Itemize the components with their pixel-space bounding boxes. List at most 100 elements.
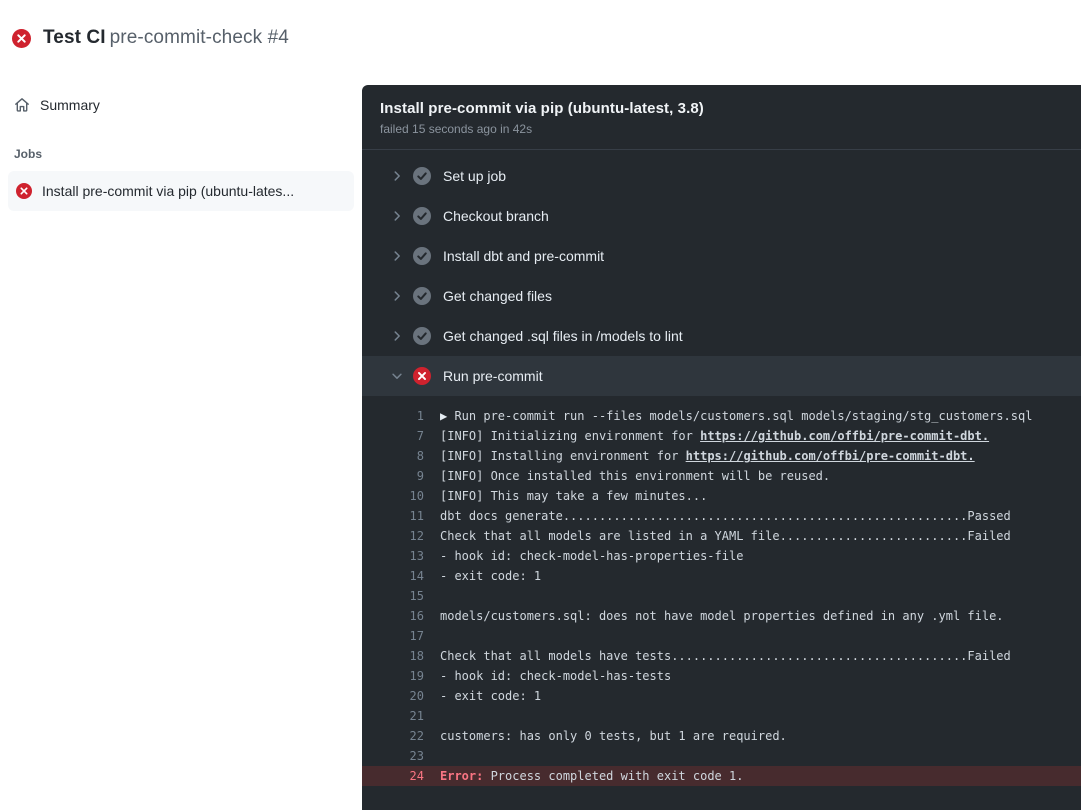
log-output: 1 ▶ Run pre-commit run --files models/cus…: [362, 396, 1081, 798]
log-line-number[interactable]: 11: [362, 506, 424, 526]
step-row-4[interactable]: Get changed .sql files in /models to lin…: [362, 316, 1081, 356]
log-line-text: [INFO] Once installed this environment w…: [440, 466, 830, 486]
run-failed-icon: [12, 29, 31, 48]
chevron-down-icon: [390, 369, 404, 383]
step-success-icon: [413, 287, 431, 305]
log-line: 7 [INFO] Initializing environment for htt…: [362, 426, 1081, 446]
log-line-number[interactable]: 1: [362, 406, 424, 426]
sidebar-item-job-install-pre-commit[interactable]: Install pre-commit via pip (ubuntu-lates…: [8, 171, 354, 211]
log-line-number[interactable]: 15: [362, 586, 424, 606]
chevron-right-icon: [390, 169, 404, 183]
chevron-right-icon: [390, 329, 404, 343]
log-line-number[interactable]: 13: [362, 546, 424, 566]
steps-list: Set up job Checkout branch Install dbt and…: [362, 150, 1081, 396]
step-success-icon: [413, 167, 431, 185]
log-line-text: dbt docs generate.......................…: [440, 506, 1011, 526]
log-line-text: - hook id: check-model-has-tests: [440, 666, 671, 686]
job-panel-title: Install pre-commit via pip (ubuntu-lates…: [380, 100, 1063, 117]
chevron-right-icon: [390, 289, 404, 303]
job-log-panel: Install pre-commit via pip (ubuntu-lates…: [362, 85, 1081, 810]
log-group-arrow-icon: ▶: [440, 409, 454, 423]
log-line: 16 models/customers.sql: does not have mo…: [362, 606, 1081, 626]
summary-label: Summary: [40, 97, 100, 113]
log-line: 18 Check that all models have tests......…: [362, 646, 1081, 666]
log-line-number[interactable]: 22: [362, 726, 424, 746]
log-link[interactable]: https://github.com/offbi/pre-commit-dbt.: [686, 449, 975, 463]
log-line-number[interactable]: 16: [362, 606, 424, 626]
log-line-text: [INFO] Installing environment for https:…: [440, 446, 975, 466]
sidebar: Summary Jobs Install pre-commit via pip …: [0, 85, 362, 211]
run-title: pre-commit-check #4: [110, 27, 289, 48]
step-label: Get changed .sql files in /models to lin…: [443, 328, 683, 344]
log-line: 12 Check that all models are listed in a …: [362, 526, 1081, 546]
log-line-number[interactable]: 10: [362, 486, 424, 506]
log-line-number[interactable]: 19: [362, 666, 424, 686]
step-row-3[interactable]: Get changed files: [362, 276, 1081, 316]
step-label: Checkout branch: [443, 208, 549, 224]
job-panel-header: Install pre-commit via pip (ubuntu-lates…: [362, 85, 1081, 150]
log-line-number[interactable]: 17: [362, 626, 424, 646]
log-link[interactable]: https://github.com/offbi/pre-commit-dbt.: [700, 429, 989, 443]
log-line-text: ▶ Run pre-commit run --files models/cust…: [440, 406, 1032, 426]
log-line: 24 Error: Process completed with exit cod…: [362, 766, 1081, 786]
log-line-number[interactable]: 7: [362, 426, 424, 446]
log-line-text: Check that all models have tests........…: [440, 646, 1011, 666]
log-line-text: Error: Process completed with exit code …: [440, 766, 743, 786]
log-line: 23: [362, 746, 1081, 766]
log-line-text: - exit code: 1: [440, 686, 541, 706]
log-line-number[interactable]: 9: [362, 466, 424, 486]
step-success-icon: [413, 327, 431, 345]
home-icon: [14, 97, 30, 113]
log-line: 8 [INFO] Installing environment for https…: [362, 446, 1081, 466]
step-row-1[interactable]: Checkout branch: [362, 196, 1081, 236]
log-line-number[interactable]: 12: [362, 526, 424, 546]
step-label: Get changed files: [443, 288, 552, 304]
log-line: 11 dbt docs generate.....................…: [362, 506, 1081, 526]
log-line-text: customers: has only 0 tests, but 1 are r…: [440, 726, 787, 746]
log-line: 20 - exit code: 1: [362, 686, 1081, 706]
step-success-icon: [413, 207, 431, 225]
log-line: 19 - hook id: check-model-has-tests: [362, 666, 1081, 686]
jobs-section-label: Jobs: [14, 147, 348, 161]
log-line: 1 ▶ Run pre-commit run --files models/cus…: [362, 406, 1081, 426]
page-title: Test CIpre-commit-check #4: [43, 27, 289, 49]
step-failed-icon: [413, 367, 431, 385]
workflow-name: Test CI: [43, 27, 106, 48]
step-label: Set up job: [443, 168, 506, 184]
log-line-number[interactable]: 24: [362, 766, 424, 786]
log-line: 17: [362, 626, 1081, 646]
log-line: 21: [362, 706, 1081, 726]
log-line-number[interactable]: 8: [362, 446, 424, 466]
log-line-text: Check that all models are listed in a YA…: [440, 526, 1011, 546]
step-row-5[interactable]: Run pre-commit: [362, 356, 1081, 396]
log-line-number[interactable]: 21: [362, 706, 424, 726]
log-line-text: - exit code: 1: [440, 566, 541, 586]
log-line-text: [INFO] Initializing environment for http…: [440, 426, 989, 446]
log-line: 10 [INFO] This may take a few minutes...: [362, 486, 1081, 506]
step-label: Install dbt and pre-commit: [443, 248, 604, 264]
log-line-text: - hook id: check-model-has-properties-fi…: [440, 546, 743, 566]
log-line-text: models/customers.sql: does not have mode…: [440, 606, 1004, 626]
chevron-right-icon: [390, 249, 404, 263]
log-line: 22 customers: has only 0 tests, but 1 are…: [362, 726, 1081, 746]
job-status-line: failed 15 seconds ago in 42s: [380, 122, 1063, 136]
step-label: Run pre-commit: [443, 368, 543, 384]
step-success-icon: [413, 247, 431, 265]
run-header: Test CIpre-commit-check #4: [12, 27, 289, 49]
log-line-number[interactable]: 18: [362, 646, 424, 666]
log-line-number[interactable]: 23: [362, 746, 424, 766]
sidebar-item-summary[interactable]: Summary: [14, 91, 354, 119]
log-line: 14 - exit code: 1: [362, 566, 1081, 586]
job-name-label: Install pre-commit via pip (ubuntu-lates…: [42, 183, 294, 199]
log-line-text: [INFO] This may take a few minutes...: [440, 486, 707, 506]
log-line: 15: [362, 586, 1081, 606]
step-row-0[interactable]: Set up job: [362, 156, 1081, 196]
log-line: 13 - hook id: check-model-has-properties-…: [362, 546, 1081, 566]
log-line: 9 [INFO] Once installed this environment …: [362, 466, 1081, 486]
error-label: Error:: [440, 769, 483, 783]
log-line-number[interactable]: 20: [362, 686, 424, 706]
chevron-right-icon: [390, 209, 404, 223]
log-line-number[interactable]: 14: [362, 566, 424, 586]
step-row-2[interactable]: Install dbt and pre-commit: [362, 236, 1081, 276]
job-failed-icon: [16, 183, 32, 199]
